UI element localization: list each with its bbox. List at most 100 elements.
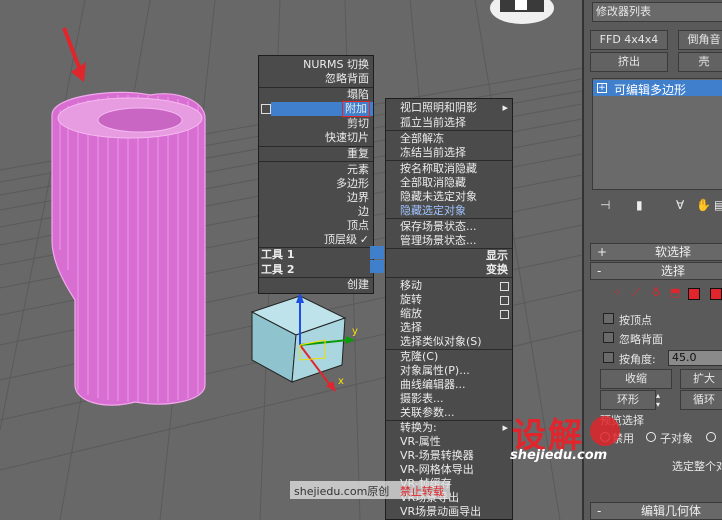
quad-title-tools-1: 工具 1	[261, 248, 295, 261]
attach-settings-icon[interactable]	[261, 104, 271, 114]
menu-item-unhide-by-name[interactable]: 按名称取消隐藏	[400, 162, 477, 176]
move-settings-icon[interactable]	[500, 282, 509, 291]
menu-item-vr-mesh-export[interactable]: VR-网格体导出	[400, 463, 474, 477]
menu-item-save-scene-state[interactable]: 保存场景状态...	[400, 220, 477, 234]
rotate-settings-icon[interactable]	[500, 296, 509, 305]
quad-title-tools-2: 工具 2	[261, 263, 295, 276]
by-vertex-checkbox[interactable]	[603, 313, 614, 324]
menu-item-vr-properties[interactable]: VR-属性	[400, 435, 441, 449]
menu-item-quickslice[interactable]: 快速切片	[325, 131, 369, 145]
show-end-result-icon[interactable]: ▮	[636, 198, 643, 212]
menu-item-vr-scene-anim-export[interactable]: VR场景动画导出	[400, 505, 481, 519]
menu-item-freeze-selection[interactable]: 冻结当前选择	[400, 146, 466, 160]
menu-item-hide-unselected[interactable]: 隐藏未选定对象	[400, 190, 477, 204]
soft-selection-title: 软选择	[655, 245, 692, 259]
menu-item-border[interactable]: 边界	[347, 191, 369, 205]
menu-item-top-level[interactable]: 顶层级	[324, 233, 357, 247]
angle-input[interactable]: 45.0	[668, 350, 722, 366]
watermark-logo-badge	[590, 416, 620, 446]
subobject-label: 子对象	[660, 432, 693, 445]
menu-item-isolate-selection[interactable]: 孤立当前选择	[400, 116, 466, 130]
make-unique-icon[interactable]: ∀	[676, 198, 684, 212]
menu-item-dope-sheet[interactable]: 摄影表...	[400, 392, 444, 406]
watermark-footer-text: shejiedu.com原创	[294, 485, 390, 498]
menu-item-ignore-backface[interactable]: 忽略背面	[325, 72, 369, 86]
ring-spinner-icon[interactable]: ▴ ▾	[656, 391, 666, 409]
menu-item-move[interactable]: 移动	[400, 279, 422, 293]
watermark-footer-red: 禁止转载	[400, 485, 444, 498]
subobject-icons: ⁘ ⟋ ♁ ⬒	[612, 286, 722, 300]
menu-item-object-properties[interactable]: 对象属性(P)...	[400, 364, 470, 378]
menu-item-viewport-lighting[interactable]: 视口照明和阴影	[400, 101, 477, 115]
menu-item-create[interactable]: 创建	[347, 278, 369, 292]
quad-title-transform: 变换	[486, 263, 508, 276]
selection-rollout[interactable]: - 选择	[590, 262, 722, 280]
menu-item-unhide-all[interactable]: 全部取消隐藏	[400, 176, 466, 190]
menu-item-rotate[interactable]: 旋转	[400, 293, 422, 307]
edge-mode-icon[interactable]: ⟋	[632, 286, 640, 300]
polygon-mode-icon[interactable]: ⬒	[670, 286, 680, 299]
loop-button[interactable]: 循环	[680, 390, 722, 410]
border-mode-icon[interactable]: ♁	[652, 286, 660, 299]
menu-item-convert-to[interactable]: 转换为:	[400, 421, 437, 435]
ignore-backface-checkbox[interactable]	[603, 332, 614, 343]
selection-title: 选择	[661, 264, 686, 278]
ffd-button[interactable]: FFD 4x4x4	[590, 30, 668, 50]
edit-geometry-rollout[interactable]: - 编辑几何体	[590, 502, 722, 520]
shrink-button[interactable]: 收缩	[600, 369, 672, 389]
gizmo-axis-y-label: y	[352, 326, 358, 337]
menu-item-select-similar[interactable]: 选择类似对象(S)	[400, 335, 482, 349]
extrude-button[interactable]: 挤出	[590, 52, 668, 72]
menu-item-edge[interactable]: 边	[358, 205, 369, 219]
stack-item-label: 可编辑多边形	[614, 83, 687, 97]
menu-item-element[interactable]: 元素	[347, 163, 369, 177]
quad-menu-left: NURMS 切换 忽略背面 塌陷 附加 剪切 快速切片 重复 元素 多边形 边界…	[258, 55, 374, 294]
modifier-list-dropdown[interactable]: 修改器列表	[592, 2, 722, 22]
submenu-arrow-icon: ▸	[502, 421, 508, 434]
pin-stack-icon[interactable]: ⊣	[600, 198, 610, 212]
subobject-radio[interactable]	[646, 432, 656, 442]
edit-geometry-title: 编辑几何体	[641, 504, 702, 518]
configure-icon[interactable]: ▤	[714, 198, 722, 212]
menu-item-cut[interactable]: 剪切	[347, 117, 369, 131]
scale-settings-icon[interactable]	[500, 310, 509, 319]
watermark-url: shejiedu.com	[510, 448, 608, 463]
quad-title-display: 显示	[486, 249, 508, 262]
menu-item-clone[interactable]: 克隆(C)	[400, 350, 438, 364]
menu-item-scale[interactable]: 缩放	[400, 307, 422, 321]
menu-item-polygon[interactable]: 多边形	[336, 177, 369, 191]
menu-item-manage-scene-state[interactable]: 管理场景状态...	[400, 234, 477, 248]
by-angle-checkbox[interactable]	[603, 352, 614, 363]
menu-item-unfreeze-all[interactable]: 全部解冻	[400, 132, 444, 146]
menu-item-vr-scene-converter[interactable]: VR-场景转换器	[400, 449, 474, 463]
soft-selection-rollout[interactable]: + 软选择	[590, 243, 722, 261]
red-arrow-icon	[62, 27, 86, 82]
menu-item-collapse[interactable]: 塌陷	[347, 88, 369, 102]
menu-item-vertex[interactable]: 顶点	[347, 219, 369, 233]
vertex-mode-icon[interactable]: ⁘	[612, 286, 621, 299]
submenu-arrow-icon: ▸	[502, 101, 508, 114]
menu-item-wire-parameters[interactable]: 关联参数...	[400, 406, 455, 420]
menu-item-select[interactable]: 选择	[400, 321, 422, 335]
by-vertex-label: 按顶点	[619, 314, 652, 327]
gizmo-axis-x-label: x	[338, 376, 344, 387]
grow-button[interactable]: 扩大	[680, 369, 722, 389]
ring-button[interactable]: 环形	[600, 390, 656, 410]
menu-item-attach[interactable]: 附加	[342, 101, 370, 117]
quad-menu-right: 视口照明和阴影 ▸ 孤立当前选择 全部解冻 冻结当前选择 按名称取消隐藏 全部取…	[385, 98, 513, 520]
quad-center-tile-1	[370, 246, 384, 259]
shell-button[interactable]: 壳	[678, 52, 722, 72]
expand-plus-icon[interactable]: +	[597, 83, 607, 93]
quad-center-tile-3	[370, 260, 384, 273]
element-mode-icon[interactable]	[688, 288, 700, 300]
selected-whole-label: 选定整个对	[672, 460, 722, 473]
remove-modifier-icon[interactable]: ✋	[696, 198, 711, 212]
menu-item-nurms-toggle[interactable]: NURMS 切换	[303, 58, 369, 72]
menu-item-repeat[interactable]: 重复	[347, 147, 369, 161]
chamfer-button[interactable]: 倒角音	[678, 30, 722, 50]
multi-radio[interactable]	[706, 432, 716, 442]
stack-toolbar: ⊣ ▮ ∀ ✋ ▤	[592, 196, 722, 216]
menu-item-hide-selection[interactable]: 隐藏选定对象	[400, 204, 466, 218]
menu-item-curve-editor[interactable]: 曲线编辑器...	[400, 378, 466, 392]
element3d-mode-icon[interactable]	[710, 288, 722, 300]
